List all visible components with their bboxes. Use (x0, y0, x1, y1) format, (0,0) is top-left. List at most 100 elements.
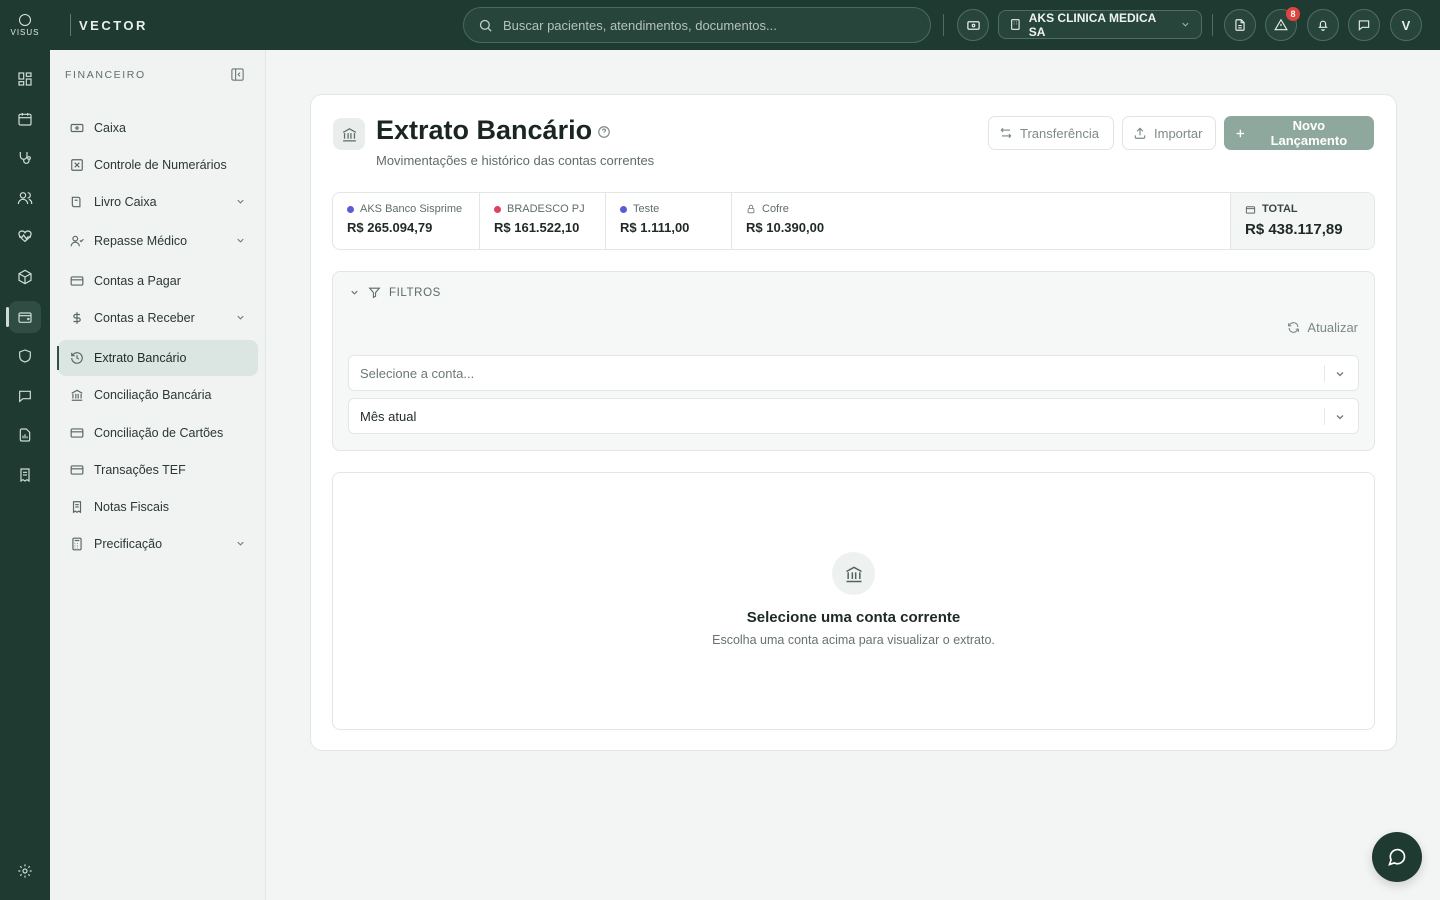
documents-button[interactable] (1224, 9, 1256, 41)
dashboard-icon (18, 72, 32, 86)
search-icon (479, 19, 492, 32)
stethoscope-icon (19, 152, 31, 164)
bank-icon (333, 118, 365, 150)
bell-icon (1318, 20, 1328, 31)
sidebar-item-repasse-medico[interactable]: Repasse Médico (58, 223, 258, 259)
alerts-button[interactable]: 8 (1265, 7, 1300, 41)
shield-icon (19, 349, 31, 363)
chat-support-button[interactable] (1372, 832, 1422, 882)
global-search[interactable] (463, 7, 931, 43)
users-icon (17, 192, 33, 205)
credit-card-icon (70, 463, 84, 477)
sidebar-section-title: FINANCEIRO (65, 69, 146, 81)
sidebar-item-caixa[interactable]: Caixa (58, 110, 258, 146)
sidebar-item-contas-pagar[interactable]: Contas a Pagar (58, 263, 258, 299)
page-subtitle: Movimentações e histórico das contas cor… (376, 153, 655, 168)
cash-register-button[interactable] (957, 9, 989, 41)
new-entry-button[interactable]: Novo Lançamento (1224, 116, 1374, 150)
rail-security[interactable] (9, 340, 41, 372)
rail-agenda[interactable] (9, 103, 41, 135)
transfer-label: Transferência (1020, 125, 1099, 141)
user-avatar[interactable]: V (1390, 9, 1422, 41)
import-label: Importar (1154, 125, 1203, 141)
search-input[interactable] (503, 17, 903, 33)
credit-card-icon (70, 426, 84, 440)
sidebar-item-label: Contas a Pagar (94, 274, 181, 288)
account-balance-card[interactable]: Teste R$ 1.111,00 (606, 193, 732, 249)
help-icon[interactable] (597, 125, 611, 144)
sidebar-item-livro-caixa[interactable]: Livro Caixa (58, 184, 258, 220)
chevron-down-icon (237, 315, 244, 320)
rail-patients[interactable] (9, 182, 41, 214)
import-button[interactable]: Importar (1122, 116, 1216, 150)
account-balance: R$ 10.390,00 (746, 220, 825, 235)
bank-statement-card: Extrato Bancário Movimentações e históri… (310, 94, 1397, 751)
gear-icon (18, 864, 32, 878)
sidebar-item-controle-numerarios[interactable]: Controle de Numerários (58, 147, 258, 183)
rail-reports[interactable] (9, 419, 41, 451)
building-icon (1011, 19, 1020, 30)
total-label: TOTAL (1262, 203, 1298, 215)
rail-chat[interactable] (9, 380, 41, 412)
calendar-icon (18, 113, 32, 126)
sidebar-item-precificacao[interactable]: Precificação (58, 526, 258, 562)
sidebar-item-conciliacao-bancaria[interactable]: Conciliação Bancária (58, 377, 258, 413)
users-icon (70, 234, 84, 248)
account-balance-card[interactable]: AKS Banco Sisprime R$ 265.094,79 (333, 193, 480, 249)
sidebar-item-contas-receber[interactable]: Contas a Receber (58, 300, 258, 336)
rail-settings[interactable] (9, 855, 41, 887)
account-color-dot (494, 205, 501, 213)
receipt-icon (70, 500, 84, 514)
refresh-icon (1288, 322, 1300, 333)
notifications-button[interactable] (1307, 9, 1339, 41)
rail-financial[interactable] (6, 301, 41, 333)
period-select[interactable]: Mês atual (348, 398, 1359, 434)
filters-toggle[interactable]: FILTROS (349, 286, 441, 299)
account-balance-card[interactable]: Cofre R$ 10.390,00 (732, 193, 932, 249)
account-name: AKS Banco Sisprime (360, 203, 463, 215)
filters-title: FILTROS (389, 286, 441, 299)
history-icon (70, 351, 84, 365)
filter-icon (368, 287, 381, 299)
financial-sidebar: FINANCEIRO Caixa Controle de Numerários … (50, 50, 266, 900)
chevron-down-icon (237, 541, 244, 546)
empty-state-subtitle: Escolha uma conta acima para visualizar … (712, 633, 995, 647)
rail-invoices[interactable] (9, 459, 41, 491)
rail-dashboard[interactable] (9, 63, 41, 95)
rail-clinical[interactable] (9, 142, 41, 174)
visus-logo[interactable]: VISUS (0, 0, 50, 50)
account-select[interactable]: Selecione a conta... (348, 355, 1359, 391)
refresh-button[interactable]: Atualizar (1287, 320, 1358, 335)
box-icon (18, 269, 32, 285)
account-balance: R$ 1.111,00 (620, 220, 690, 235)
arrows-exchange-icon (1000, 127, 1012, 139)
collapse-sidebar-button[interactable] (230, 67, 245, 87)
dollar-icon (70, 311, 84, 325)
transfer-button[interactable]: Transferência (988, 116, 1114, 150)
filters-panel: FILTROS Atualizar Selecione a conta... M… (332, 271, 1375, 451)
square-x-icon (70, 158, 84, 172)
clinic-name: AKS CLINICA MEDICA SA (1028, 10, 1156, 39)
sidebar-item-extrato-bancario[interactable]: Extrato Bancário (57, 340, 258, 376)
account-balance: R$ 265.094,79 (347, 220, 433, 235)
sidebar-item-conciliacao-cartoes[interactable]: Conciliação de Cartões (58, 415, 258, 451)
calculator-icon (70, 537, 84, 551)
sidebar-item-label: Conciliação Bancária (94, 388, 212, 402)
account-balance: R$ 161.522,10 (494, 220, 580, 235)
clinic-selector[interactable]: AKS CLINICA MEDICA SA (998, 10, 1202, 39)
messages-button[interactable] (1348, 9, 1380, 41)
account-balance-card[interactable]: BRADESCO PJ R$ 161.522,10 (480, 193, 606, 249)
chevron-down-icon (1336, 415, 1344, 420)
logo-text: VISUS (10, 27, 40, 37)
sidebar-item-label: Transações TEF (94, 463, 186, 477)
rail-health[interactable] (9, 221, 41, 253)
receipt-icon (20, 468, 30, 483)
sidebar-item-transacoes-tef[interactable]: Transações TEF (58, 452, 258, 488)
sidebar-item-label: Conciliação de Cartões (94, 426, 224, 440)
total-balance-card: TOTAL R$ 438.117,89 (1230, 193, 1374, 249)
heart-pulse-icon (18, 230, 32, 243)
sidebar-item-notas-fiscais[interactable]: Notas Fiscais (58, 489, 258, 525)
warning-icon (1274, 18, 1288, 31)
rail-inventory[interactable] (9, 261, 41, 293)
sidebar-item-label: Livro Caixa (94, 195, 157, 209)
